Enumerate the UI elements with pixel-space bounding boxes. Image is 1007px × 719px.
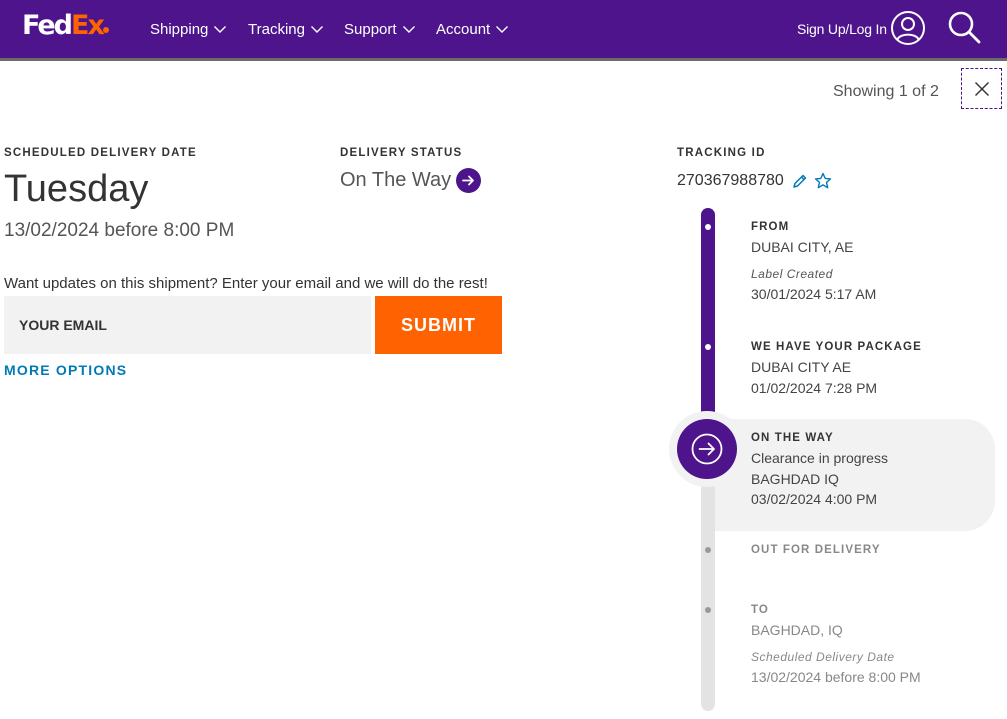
fedex-logo[interactable]: FedEx	[22, 10, 109, 42]
pager-status: Showing 1 of 2	[833, 83, 939, 100]
timeline-dot-from	[705, 224, 711, 230]
current-status-marker	[677, 419, 737, 479]
user-account-icon[interactable]	[890, 10, 926, 46]
event-datetime: 13/02/2024 before 8:00 PM	[751, 668, 921, 685]
tracking-id-value: 270367988780	[677, 172, 784, 189]
header-divider	[0, 58, 1007, 61]
search-icon[interactable]	[946, 9, 982, 45]
submit-button[interactable]: SUBMIT	[375, 296, 502, 354]
delivery-date: 13/02/2024 before 8:00 PM	[4, 220, 235, 241]
timeline-event-out-for-delivery: OUT FOR DELIVERY	[751, 544, 881, 556]
timeline-event-to: TO BAGHDAD, IQ Scheduled Delivery Date 1…	[751, 604, 921, 687]
timeline-event-package: WE HAVE YOUR PACKAGE DUBAI CITY AE 01/02…	[751, 341, 922, 398]
event-location: BAGHDAD, IQ	[751, 622, 843, 638]
timeline-dot-package	[705, 344, 711, 350]
timeline-dot-out-for-delivery	[705, 547, 711, 553]
event-location: DUBAI CITY, AE	[751, 239, 854, 255]
signin-link[interactable]: Sign Up/Log In	[797, 0, 887, 58]
event-datetime: 03/02/2024 4:00 PM	[751, 491, 878, 507]
event-location: DUBAI CITY AE	[751, 359, 852, 375]
chevron-down-icon	[402, 26, 415, 33]
top-nav-bar: FedEx Shipping Tracking Support Account …	[0, 0, 1007, 58]
nav-account[interactable]: Account	[436, 0, 509, 58]
nav-shipping-label: Shipping	[150, 20, 209, 38]
scheduled-delivery-label: SCHEDULED DELIVERY DATE	[4, 147, 197, 159]
logo-ex: Ex	[71, 10, 105, 41]
logo-dot	[102, 27, 109, 33]
arrow-right-circle-icon	[691, 433, 723, 465]
timeline-dot-to	[705, 607, 711, 613]
delivery-status: On The Way	[340, 168, 482, 193]
event-title: OUT FOR DELIVERY	[751, 544, 881, 556]
nav-support-label: Support	[344, 20, 397, 38]
nav-tracking[interactable]: Tracking	[248, 0, 324, 58]
timeline-event-on-the-way: ON THE WAY Clearance in progress BAGHDAD…	[751, 432, 888, 510]
edit-pencil-icon[interactable]	[791, 173, 808, 190]
event-title: ON THE WAY	[751, 432, 834, 444]
event-location: BAGHDAD IQ	[751, 470, 839, 487]
tracking-id-label: TRACKING ID	[677, 147, 766, 159]
event-note: Scheduled Delivery Date	[751, 649, 895, 664]
nav-shipping[interactable]: Shipping	[150, 0, 227, 58]
event-datetime: 01/02/2024 7:28 PM	[751, 379, 878, 396]
nav-tracking-label: Tracking	[248, 20, 305, 38]
delivery-day: Tuesday	[4, 168, 149, 210]
timeline-event-from: FROM DUBAI CITY, AE Label Created 30/01/…	[751, 221, 876, 304]
chevron-down-icon	[496, 26, 509, 33]
more-options-link[interactable]: MORE OPTIONS	[4, 362, 127, 378]
nav-account-label: Account	[436, 20, 491, 38]
event-datetime: 30/01/2024 5:17 AM	[751, 285, 877, 302]
nav-support[interactable]: Support	[344, 0, 416, 58]
delivery-status-label: DELIVERY STATUS	[340, 147, 463, 159]
close-icon	[974, 81, 989, 96]
updates-prompt: Want updates on this shipment? Enter you…	[4, 275, 488, 292]
event-detail: Clearance in progress	[751, 450, 888, 466]
event-note: Label Created	[751, 266, 833, 281]
tracking-id: 270367988780	[677, 172, 832, 190]
event-title: TO	[751, 604, 769, 616]
logo-fed: Fed	[22, 10, 73, 41]
star-favorite-icon[interactable]	[814, 172, 832, 190]
arrow-right-circle-icon	[456, 168, 482, 193]
close-button[interactable]	[961, 68, 1002, 109]
chevron-down-icon	[214, 26, 227, 33]
event-title: WE HAVE YOUR PACKAGE	[751, 341, 922, 353]
email-input[interactable]	[4, 296, 371, 354]
chevron-down-icon	[310, 26, 323, 33]
delivery-status-value: On The Way	[340, 169, 452, 191]
event-title: FROM	[751, 221, 790, 233]
